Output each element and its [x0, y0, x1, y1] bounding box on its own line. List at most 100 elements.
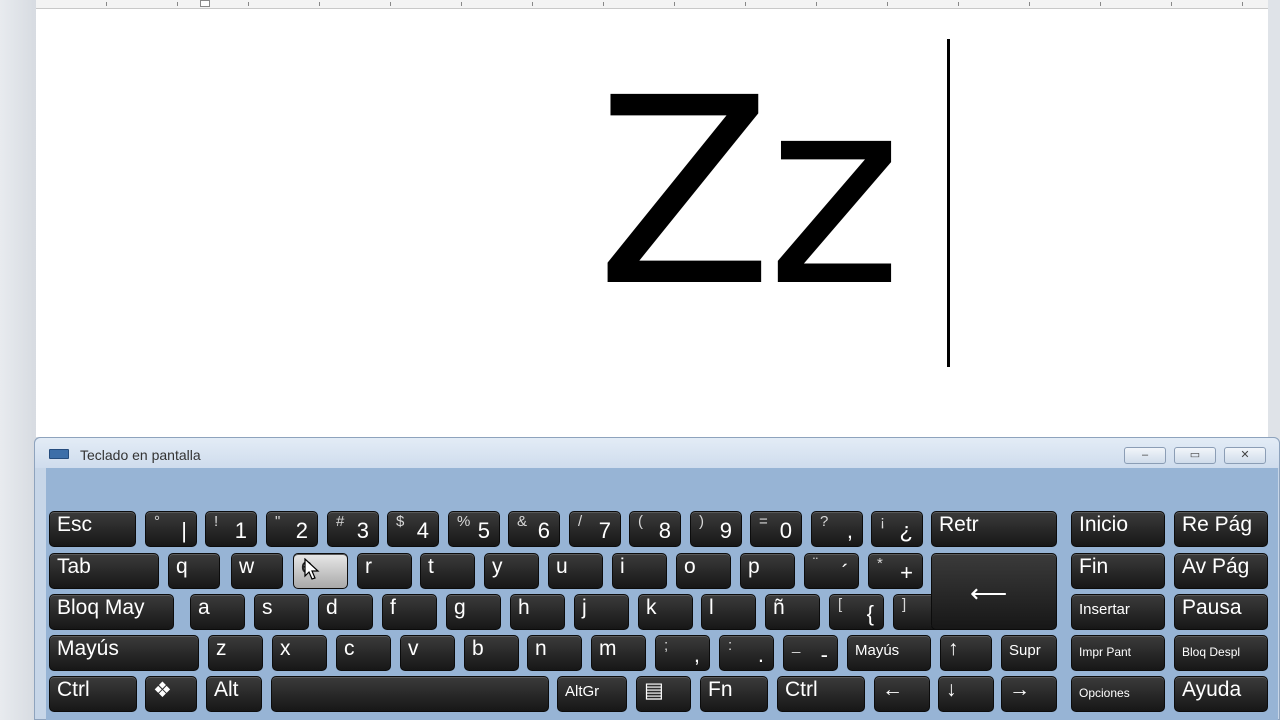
- key-v[interactable]: v: [400, 635, 455, 671]
- key-enye[interactable]: ñ: [765, 594, 820, 630]
- key-r[interactable]: r: [357, 553, 412, 589]
- key-space[interactable]: [271, 676, 549, 712]
- key-5[interactable]: % 5: [448, 511, 500, 547]
- key-minus[interactable]: _ -: [783, 635, 838, 671]
- key-help-label: Ayuda: [1182, 678, 1242, 701]
- key-pagedown-label: Av Pág: [1182, 555, 1250, 578]
- key-help[interactable]: Ayuda: [1174, 676, 1268, 712]
- key-comma[interactable]: ;,: [655, 635, 710, 671]
- key-9[interactable]: ) 9: [690, 511, 742, 547]
- key-insert[interactable]: Insertar: [1071, 594, 1165, 630]
- key-0[interactable]: = 0: [750, 511, 802, 547]
- key-arrow-right[interactable]: →: [1001, 676, 1057, 712]
- document-left-margin: [0, 0, 36, 720]
- key-m-label: m: [599, 637, 617, 660]
- key-fn[interactable]: Fn: [700, 676, 768, 712]
- key-backspace[interactable]: Retr: [931, 511, 1057, 547]
- key-options[interactable]: Opciones: [1071, 676, 1165, 712]
- key-brace-close-shift-label: ]: [902, 596, 907, 613]
- key-q[interactable]: q: [168, 553, 220, 589]
- key-arrow-up[interactable]: ↑: [940, 635, 992, 671]
- key-b[interactable]: b: [464, 635, 519, 671]
- key-h[interactable]: h: [510, 594, 565, 630]
- key-g[interactable]: g: [446, 594, 501, 630]
- key-esc[interactable]: Esc: [49, 511, 136, 547]
- key-4[interactable]: $4: [387, 511, 439, 547]
- key-9-shift-label: ): [699, 513, 704, 530]
- key-c[interactable]: c: [336, 635, 391, 671]
- key-i[interactable]: i: [612, 553, 667, 589]
- key-3[interactable]: #3: [327, 511, 379, 547]
- key-options-label: Opciones: [1079, 686, 1130, 700]
- key-home[interactable]: Inicio: [1071, 511, 1165, 547]
- key-2-shift-label: ": [275, 513, 281, 530]
- key-k[interactable]: k: [638, 594, 693, 630]
- ruler-indent-marker[interactable]: [200, 0, 210, 7]
- key-f-label: f: [390, 596, 396, 619]
- key-alt[interactable]: Alt: [206, 676, 262, 712]
- key-f[interactable]: f: [382, 594, 437, 630]
- key-tab[interactable]: Tab: [49, 553, 159, 589]
- key-7[interactable]: /7: [569, 511, 621, 547]
- key-8[interactable]: (8: [629, 511, 681, 547]
- minimize-button[interactable]: ‒: [1124, 447, 1166, 464]
- key-arrow-left[interactable]: ←: [874, 676, 930, 712]
- key-m[interactable]: m: [591, 635, 646, 671]
- key-x[interactable]: x: [272, 635, 327, 671]
- osk-title-bar[interactable]: Teclado en pantalla ‒ ▭ ✕: [35, 438, 1279, 468]
- key-1[interactable]: ! 1: [205, 511, 257, 547]
- key-shift-right[interactable]: Mayús: [847, 635, 931, 671]
- key-w[interactable]: w: [231, 553, 283, 589]
- key-windows[interactable]: ❖: [145, 676, 197, 712]
- key-o[interactable]: o: [676, 553, 731, 589]
- key-j[interactable]: j: [574, 594, 629, 630]
- key-menu-label: ▤: [644, 679, 664, 702]
- key-enter[interactable]: ⟵: [931, 553, 1057, 630]
- document-page[interactable]: Zz: [36, 9, 1268, 437]
- close-button[interactable]: ✕: [1224, 447, 1266, 464]
- key-pause[interactable]: Pausa: [1174, 594, 1268, 630]
- key-scrolllock[interactable]: Bloq Despl: [1174, 635, 1268, 671]
- key-s[interactable]: s: [254, 594, 309, 630]
- key-ctrl-left[interactable]: Ctrl: [49, 676, 137, 712]
- key-u[interactable]: u: [548, 553, 603, 589]
- key-ctrl-right[interactable]: Ctrl: [777, 676, 865, 712]
- key-accent[interactable]: ¨ ´: [804, 553, 859, 589]
- restore-button[interactable]: ▭: [1174, 447, 1216, 464]
- key-minus-base-label: -: [820, 642, 828, 667]
- key-ordinal-base-label: |: [181, 518, 187, 543]
- key-period[interactable]: :.: [719, 635, 774, 671]
- key-capslock[interactable]: Bloq May: [49, 594, 174, 630]
- key-delete[interactable]: Supr: [1001, 635, 1057, 671]
- key-a[interactable]: a: [190, 594, 245, 630]
- ruler-tick: [603, 2, 604, 6]
- key-d[interactable]: d: [318, 594, 373, 630]
- key-e[interactable]: e: [293, 553, 348, 589]
- key-altgr[interactable]: AltGr: [557, 676, 627, 712]
- key-p[interactable]: p: [740, 553, 795, 589]
- key-6[interactable]: & 6: [508, 511, 560, 547]
- key-menu[interactable]: ▤: [636, 676, 691, 712]
- key-plus[interactable]: * +: [868, 553, 923, 589]
- key-pagedown[interactable]: Av Pág: [1174, 553, 1268, 589]
- key-2[interactable]: " 2: [266, 511, 318, 547]
- key-inv-question[interactable]: ¡ ¿: [871, 511, 923, 547]
- key-n[interactable]: n: [527, 635, 582, 671]
- key-ordinal[interactable]: ° |: [145, 511, 197, 547]
- key-brace-open[interactable]: [{: [829, 594, 884, 630]
- key-t[interactable]: t: [420, 553, 475, 589]
- key-apostrophe[interactable]: ?,: [811, 511, 863, 547]
- key-end[interactable]: Fin: [1071, 553, 1165, 589]
- key-k-label: k: [646, 596, 657, 619]
- key-pageup[interactable]: Re Pág: [1174, 511, 1268, 547]
- key-printscreen[interactable]: Impr Pant: [1071, 635, 1165, 671]
- key-l[interactable]: l: [701, 594, 756, 630]
- key-p-label: p: [748, 555, 760, 578]
- text-cursor: [947, 39, 950, 367]
- key-shift-left[interactable]: Mayús: [49, 635, 199, 671]
- key-z[interactable]: z: [208, 635, 263, 671]
- key-y[interactable]: y: [484, 553, 539, 589]
- key-arrow-down[interactable]: ↓: [938, 676, 994, 712]
- document-text: Zz: [596, 43, 902, 343]
- horizontal-ruler[interactable]: [36, 0, 1268, 9]
